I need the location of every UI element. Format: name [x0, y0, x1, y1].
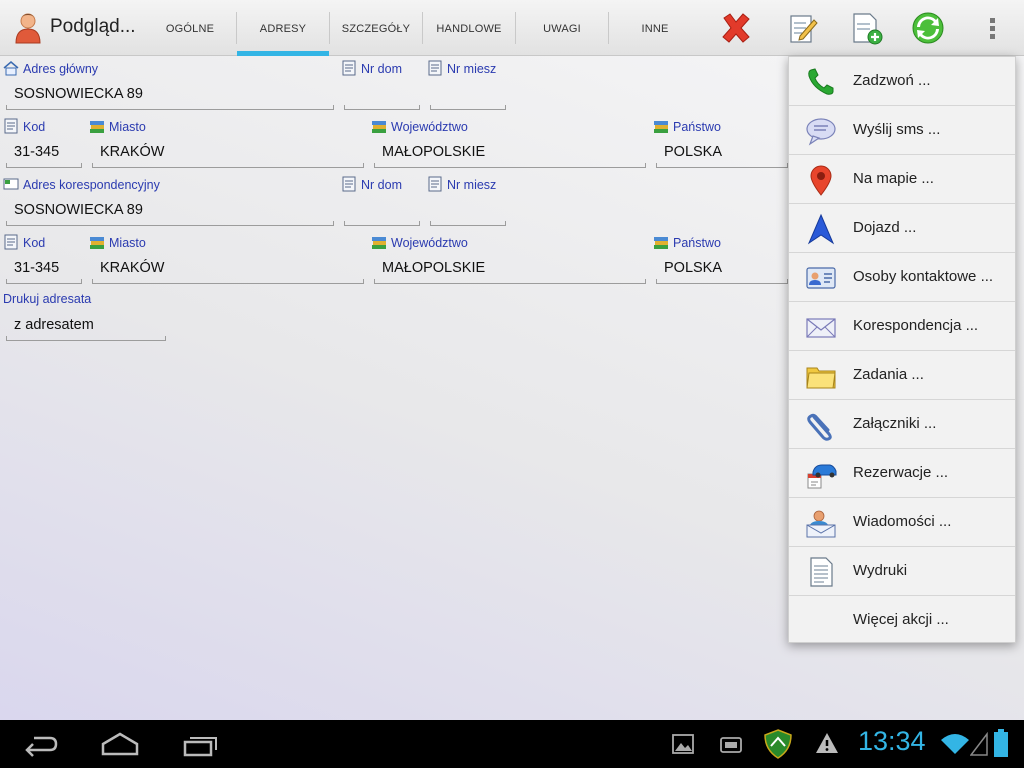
tab-adresy[interactable]: ADRESY	[237, 12, 329, 56]
corr-house-number-field[interactable]	[344, 200, 420, 226]
books-icon	[90, 121, 104, 133]
status-clock: 13:34	[858, 726, 926, 756]
books-icon	[654, 237, 668, 249]
menu-item-sms[interactable]: Wyślij sms ...	[789, 106, 1015, 155]
print-addressee-select[interactable]: z adresatem	[6, 315, 166, 341]
warning-icon	[816, 733, 838, 753]
address-card-icon	[3, 178, 19, 190]
menu-item-contacts[interactable]: Osoby kontaktowe ...	[789, 253, 1015, 302]
form-icon	[4, 234, 18, 250]
edit-document-icon[interactable]	[784, 10, 820, 46]
main-city-field[interactable]: KRAKÓW	[92, 142, 364, 168]
house-icon	[3, 61, 19, 76]
main-street-field[interactable]: SOSNOWIECKA 89	[6, 84, 334, 110]
country-label: Państwo	[653, 118, 721, 134]
main-house-number-field[interactable]	[344, 84, 420, 110]
tab-ogolne[interactable]: OGÓLNE	[144, 12, 236, 56]
app-title[interactable]: Podgląd...	[50, 16, 136, 38]
corr-country-field[interactable]: POLSKA	[656, 258, 788, 284]
menu-item-tasks[interactable]: Zadania ...	[789, 351, 1015, 400]
main-address-label: Adres główny	[3, 60, 98, 76]
menu-item-reservations[interactable]: Rezerwacje ...	[789, 449, 1015, 498]
menu-item-call[interactable]: Zadzwoń ...	[789, 57, 1015, 106]
car-calendar-icon	[807, 464, 837, 489]
corr-apartment-number-field[interactable]	[430, 200, 506, 226]
tab-szczegoly[interactable]: SZCZEGÓŁY	[330, 12, 422, 56]
menu-item-printouts[interactable]: Wydruki	[789, 547, 1015, 596]
print-addressee-label: Drukuj adresata	[3, 292, 92, 306]
sd-card-icon	[720, 737, 742, 753]
house-number-label: Nr dom	[341, 60, 402, 76]
red-x-icon[interactable]	[718, 10, 754, 46]
speech-bubble-icon	[806, 118, 836, 146]
signal-icon	[970, 732, 988, 756]
main-postcode-field[interactable]: 31-345	[6, 142, 82, 168]
form-icon	[428, 176, 442, 192]
postcode-label: Kod	[3, 118, 45, 134]
overflow-popup-menu: Zadzwoń ... Wyślij sms ... Na mapie ... …	[788, 56, 1016, 643]
phone-icon	[808, 68, 834, 95]
navigation-arrow-icon	[807, 213, 835, 245]
person-icon[interactable]	[14, 12, 42, 44]
shield-icon	[764, 729, 792, 759]
wifi-icon	[941, 734, 969, 754]
main-province-field[interactable]: MAŁOPOLSKIE	[374, 142, 646, 168]
battery-icon	[994, 729, 1008, 757]
menu-item-directions[interactable]: Dojazd ...	[789, 204, 1015, 253]
main-country-field[interactable]: POLSKA	[656, 142, 788, 168]
refresh-icon[interactable]	[910, 10, 946, 46]
house-number-label: Nr dom	[341, 176, 402, 192]
books-icon	[372, 237, 386, 249]
back-icon[interactable]	[22, 730, 60, 758]
menu-item-messages[interactable]: Wiadomości ...	[789, 498, 1015, 547]
corr-city-field[interactable]: KRAKÓW	[92, 258, 364, 284]
books-icon	[90, 237, 104, 249]
folder-icon	[806, 367, 836, 389]
contact-card-icon	[806, 267, 836, 289]
menu-item-attachments[interactable]: Załączniki ...	[789, 400, 1015, 449]
postcode-label: Kod	[3, 234, 45, 250]
map-pin-icon	[810, 165, 832, 196]
main-apartment-number-field[interactable]	[430, 84, 506, 110]
tab-inne[interactable]: INNE	[609, 12, 701, 56]
home-icon[interactable]	[100, 730, 140, 758]
document-icon	[810, 557, 833, 587]
form-icon	[342, 176, 356, 192]
corr-province-field[interactable]: MAŁOPOLSKIE	[374, 258, 646, 284]
city-label: Miasto	[89, 234, 146, 250]
paperclip-icon	[807, 413, 832, 441]
menu-item-more-actions[interactable]: Więcej akcji ...	[789, 596, 1015, 645]
country-label: Państwo	[653, 234, 721, 250]
form-icon	[342, 60, 356, 76]
corr-postcode-field[interactable]: 31-345	[6, 258, 82, 284]
city-label: Miasto	[89, 118, 146, 134]
books-icon	[372, 121, 386, 133]
apartment-number-label: Nr miesz	[427, 176, 496, 192]
correspondence-address-label: Adres korespondencyjny	[3, 176, 160, 192]
tab-uwagi[interactable]: UWAGI	[516, 12, 608, 56]
person-mail-icon	[806, 510, 836, 538]
recent-apps-icon[interactable]	[182, 730, 220, 758]
menu-item-map[interactable]: Na mapie ...	[789, 155, 1015, 204]
province-label: Województwo	[371, 234, 468, 250]
system-navigation-bar: 13:34	[0, 720, 1024, 768]
tab-handlowe[interactable]: HANDLOWE	[423, 12, 515, 56]
menu-item-correspondence[interactable]: Korespondencja ...	[789, 302, 1015, 351]
corr-street-field[interactable]: SOSNOWIECKA 89	[6, 200, 334, 226]
action-bar: Podgląd... OGÓLNE ADRESY SZCZEGÓŁY HANDL…	[0, 0, 1024, 56]
gallery-icon	[672, 734, 694, 754]
new-document-icon[interactable]	[848, 10, 884, 46]
envelope-icon	[806, 318, 836, 338]
form-icon	[428, 60, 442, 76]
apartment-number-label: Nr miesz	[427, 60, 496, 76]
form-icon	[4, 118, 18, 134]
books-icon	[654, 121, 668, 133]
province-label: Województwo	[371, 118, 468, 134]
overflow-menu-icon[interactable]	[986, 16, 998, 42]
